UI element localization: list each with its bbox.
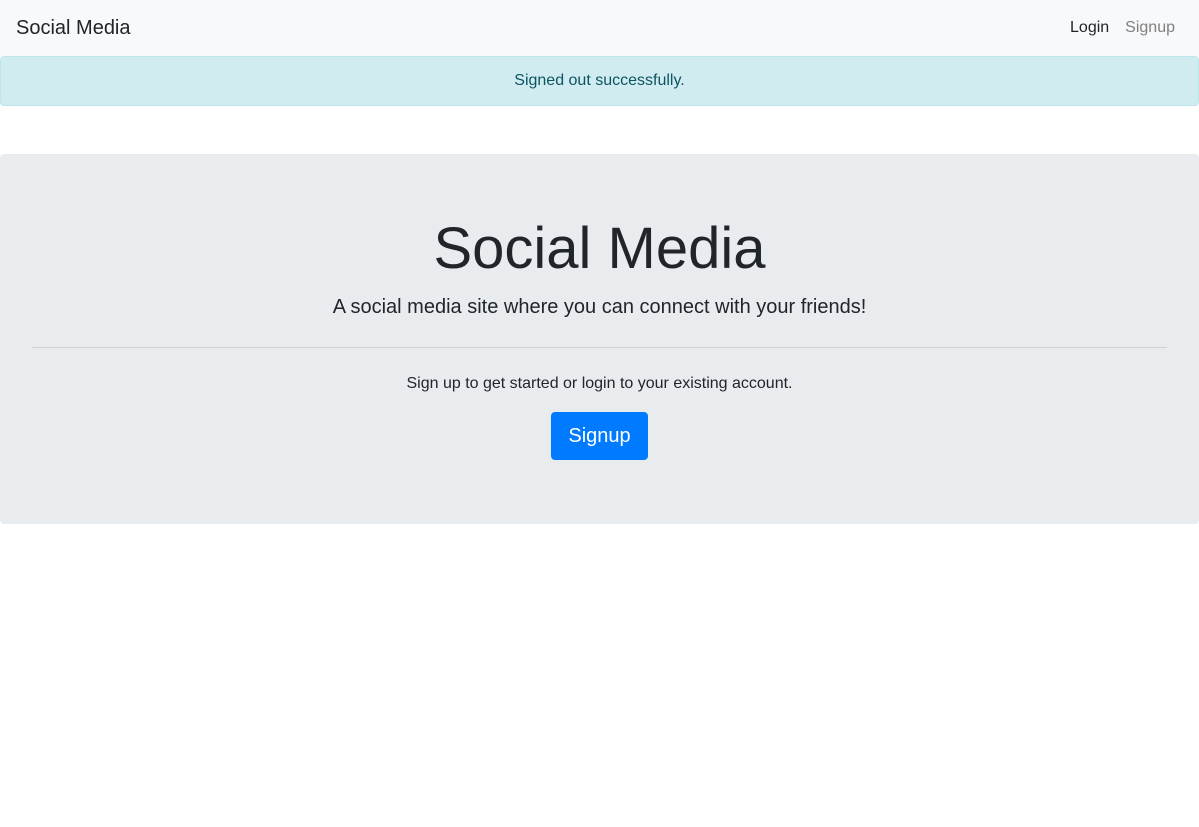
brand-link[interactable]: Social Media <box>16 18 131 38</box>
hero-title: Social Media <box>433 216 766 281</box>
nav-links: Login Signup <box>1062 20 1183 36</box>
hero-divider <box>32 347 1167 348</box>
hero-lead: A social media site where you can connec… <box>332 296 867 318</box>
signup-button[interactable]: Signup <box>551 412 648 460</box>
hero-jumbotron: Social Media A social media site where y… <box>0 154 1199 524</box>
nav-login-link[interactable]: Login <box>1062 20 1117 36</box>
navbar: Social Media Login Signup <box>0 0 1199 56</box>
hero-subtext: Sign up to get started or login to your … <box>406 375 793 392</box>
nav-signup-link[interactable]: Signup <box>1117 20 1183 36</box>
alert-message: Signed out successfully. <box>514 72 685 89</box>
flash-alert: Signed out successfully. <box>0 56 1199 106</box>
